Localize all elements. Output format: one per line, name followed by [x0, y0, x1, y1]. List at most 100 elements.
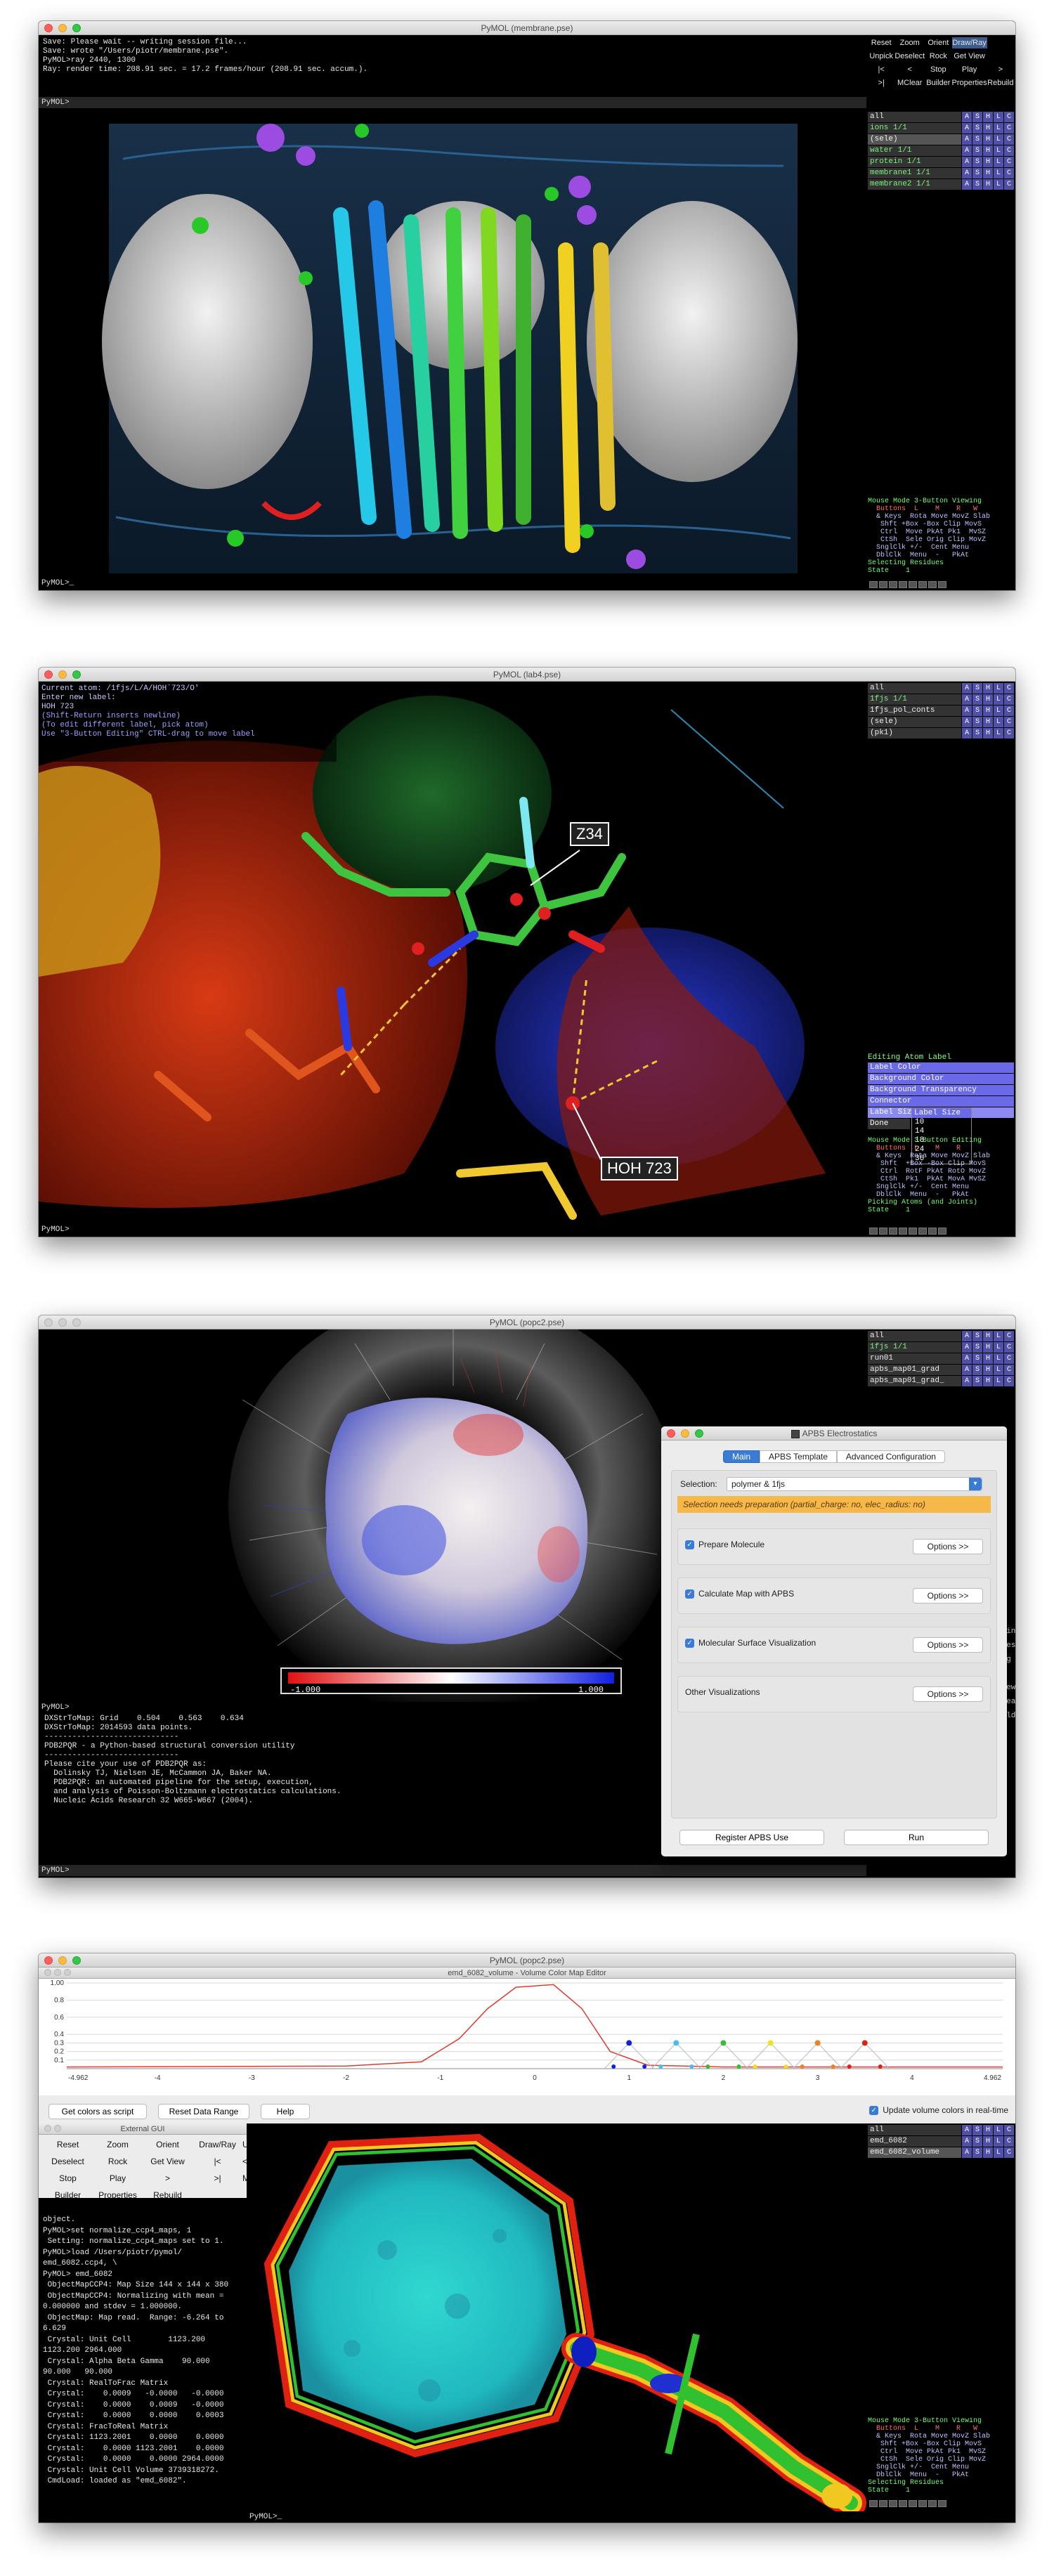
- end-icon[interactable]: [918, 581, 927, 588]
- tab-advanced-configuration[interactable]: Advanced Configuration: [836, 1450, 945, 1463]
- external-gui-button[interactable]: |<: [193, 2154, 242, 2168]
- color-point-base-handle[interactable]: [831, 2064, 835, 2069]
- object-action-c-button[interactable]: C: [1004, 2147, 1014, 2158]
- object-name[interactable]: 1fjs 1/1: [868, 694, 961, 705]
- object-action-h-button[interactable]: H: [983, 717, 993, 727]
- object-action-a-button[interactable]: A: [962, 705, 972, 716]
- object-action-l-button[interactable]: L: [994, 157, 1003, 167]
- minimize-icon[interactable]: [58, 24, 67, 32]
- object-action-a-button[interactable]: A: [962, 134, 972, 145]
- volume-color-map-chart[interactable]: 1.00 0.8 0.6 0.40.30.20.1 -4 -3 -2 -1 0 1 2 3 4 -4.96…: [39, 1979, 1015, 2095]
- object-action-l-button[interactable]: L: [994, 1365, 1003, 1375]
- tab-apbs-template[interactable]: APBS Template: [760, 1450, 837, 1463]
- other-options-button[interactable]: Options >>: [913, 1686, 983, 1702]
- back-icon[interactable]: [879, 1228, 887, 1235]
- label-editor-item[interactable]: Background Transparency: [868, 1085, 1014, 1095]
- object-action-h-button[interactable]: H: [983, 134, 993, 145]
- external-gui-button[interactable]: Orient: [143, 2138, 193, 2152]
- control-button[interactable]: <: [894, 64, 925, 75]
- label-editor-item[interactable]: Background Color: [868, 1074, 1014, 1084]
- rewind-icon[interactable]: [869, 581, 878, 588]
- object-action-a-button[interactable]: A: [962, 2136, 972, 2147]
- zoom-icon[interactable]: [72, 1956, 81, 1965]
- command-prompt[interactable]: PyMOL>: [39, 1224, 866, 1235]
- object-action-l-button[interactable]: L: [994, 168, 1003, 178]
- object-action-l-button[interactable]: L: [994, 179, 1003, 190]
- object-name[interactable]: ions 1/1: [868, 123, 961, 134]
- object-action-c-button[interactable]: C: [1004, 112, 1014, 122]
- control-button[interactable]: Reset: [868, 37, 894, 48]
- stop-icon[interactable]: [889, 1228, 897, 1235]
- control-button[interactable]: Rock: [925, 51, 951, 62]
- object-action-l-button[interactable]: L: [994, 694, 1003, 705]
- object-action-c-button[interactable]: C: [1004, 157, 1014, 167]
- minimize-icon[interactable]: [58, 1956, 67, 1965]
- object-action-h-button[interactable]: H: [983, 145, 993, 156]
- color-point-base-handle[interactable]: [642, 2064, 647, 2069]
- get-colors-button[interactable]: Get colors as script: [48, 2104, 147, 2119]
- object-action-a-button[interactable]: A: [962, 717, 972, 727]
- control-button[interactable]: Stop: [925, 64, 951, 75]
- zoom-icon[interactable]: [695, 1429, 703, 1438]
- object-action-h-button[interactable]: H: [983, 1331, 993, 1341]
- back-icon[interactable]: [879, 581, 887, 588]
- close-icon[interactable]: [44, 1969, 51, 1976]
- object-action-a-button[interactable]: A: [962, 694, 972, 705]
- object-action-l-button[interactable]: L: [994, 112, 1003, 122]
- stop-icon[interactable]: [889, 2500, 897, 2507]
- object-action-h-button[interactable]: H: [983, 168, 993, 178]
- label-editor-item[interactable]: Label Color: [868, 1062, 1014, 1073]
- object-action-s-button[interactable]: S: [972, 157, 982, 167]
- stop-icon[interactable]: [889, 581, 897, 588]
- minimize-icon[interactable]: [54, 2125, 61, 2132]
- object-action-s-button[interactable]: S: [972, 123, 982, 134]
- object-row[interactable]: protein 1/1 A S H L C: [868, 157, 1014, 167]
- object-action-c-button[interactable]: C: [1004, 717, 1014, 727]
- object-action-l-button[interactable]: L: [994, 705, 1003, 716]
- control-button[interactable]: >: [987, 64, 1014, 75]
- object-action-c-button[interactable]: C: [1004, 179, 1014, 190]
- object-name[interactable]: apbs_map01_grad_: [868, 1376, 961, 1386]
- object-action-h-button[interactable]: H: [983, 1365, 993, 1375]
- register-apbs-button[interactable]: Register APBS Use: [679, 1830, 824, 1845]
- object-action-a-button[interactable]: A: [962, 683, 972, 694]
- tab-main[interactable]: Main: [723, 1450, 760, 1463]
- object-action-s-button[interactable]: S: [972, 728, 982, 739]
- help-button[interactable]: Help: [261, 2104, 310, 2119]
- object-action-l-button[interactable]: L: [994, 2125, 1003, 2135]
- color-point-base-handle[interactable]: [753, 2064, 757, 2069]
- object-action-c-button[interactable]: C: [1004, 1353, 1014, 1364]
- label-editor-item[interactable]: Connector: [868, 1096, 1014, 1107]
- close-icon[interactable]: [44, 2125, 51, 2132]
- object-action-a-button[interactable]: A: [962, 1365, 972, 1375]
- object-row[interactable]: emd_6082_volume A S H L C: [868, 2147, 1014, 2158]
- repeat-icon[interactable]: [928, 581, 937, 588]
- full-screen-icon[interactable]: [938, 1228, 946, 1235]
- color-point-base-handle[interactable]: [847, 2064, 852, 2069]
- control-button[interactable]: >|: [868, 77, 894, 89]
- object-row[interactable]: all A S H L C: [868, 683, 1014, 694]
- object-action-h-button[interactable]: H: [983, 1353, 993, 1364]
- prepare-options-button[interactable]: Options >>: [913, 1539, 983, 1554]
- object-action-a-button[interactable]: A: [962, 728, 972, 739]
- object-action-a-button[interactable]: A: [962, 2147, 972, 2158]
- object-row[interactable]: all A S H L C: [868, 112, 1014, 122]
- play-icon[interactable]: [899, 2500, 907, 2507]
- surface-visualization-checkbox[interactable]: ✓: [685, 1639, 694, 1648]
- object-action-h-button[interactable]: H: [983, 1342, 993, 1353]
- zoom-icon[interactable]: [64, 1969, 71, 1976]
- control-button[interactable]: Orient: [925, 37, 951, 48]
- external-gui-button[interactable]: Play: [93, 2171, 143, 2185]
- object-row[interactable]: emd_6082 A S H L C: [868, 2136, 1014, 2147]
- control-button[interactable]: |<: [868, 64, 894, 75]
- label-size-option[interactable]: 10: [912, 1118, 971, 1127]
- color-point-base-handle[interactable]: [736, 2064, 741, 2069]
- color-point-handle[interactable]: [861, 2040, 868, 2046]
- object-action-c-button[interactable]: C: [1004, 1331, 1014, 1341]
- external-gui-button[interactable]: Rebuild: [143, 2188, 193, 2202]
- calculate-options-button[interactable]: Options >>: [913, 1588, 983, 1604]
- control-button[interactable]: Draw/Ray: [951, 37, 987, 48]
- control-button[interactable]: MClear: [894, 77, 925, 89]
- control-button[interactable]: Play: [952, 64, 987, 75]
- object-action-h-button[interactable]: H: [983, 683, 993, 694]
